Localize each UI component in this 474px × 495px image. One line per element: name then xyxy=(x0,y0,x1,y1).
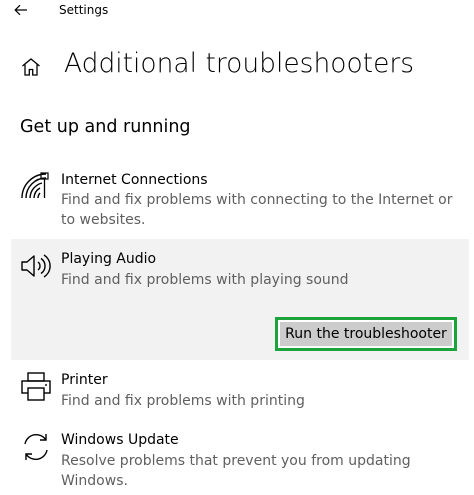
wifi-network-icon xyxy=(19,170,53,204)
app-title: Settings xyxy=(59,3,109,17)
run-troubleshooter-highlight: Run the troubleshooter xyxy=(275,317,457,351)
troubleshooter-label: Printer xyxy=(61,372,108,388)
troubleshooter-internet-connections[interactable]: Internet Connections Find and fix proble… xyxy=(11,170,469,234)
refresh-icon xyxy=(19,430,53,464)
troubleshooter-description: Find and fix problems with printing xyxy=(61,393,305,409)
troubleshooter-label: Playing Audio xyxy=(61,251,157,267)
section-heading: Get up and running xyxy=(20,117,191,137)
troubleshooter-printer[interactable]: Printer Find and fix problems with print… xyxy=(11,370,469,414)
troubleshooter-playing-audio[interactable]: Playing Audio Find and fix problems with… xyxy=(11,239,469,360)
back-button[interactable] xyxy=(12,2,30,18)
title-bar: Settings xyxy=(0,0,474,22)
troubleshooter-description: Find and fix problems with connecting to… xyxy=(61,192,453,228)
page-header: Additional troubleshooters xyxy=(0,48,474,88)
page-title: Additional troubleshooters xyxy=(64,48,415,79)
troubleshooter-description: Find and fix problems with playing sound xyxy=(61,272,349,288)
troubleshooter-label: Internet Connections xyxy=(61,172,208,188)
troubleshooter-label: Windows Update xyxy=(61,432,179,448)
printer-icon xyxy=(19,370,53,404)
run-troubleshooter-button[interactable]: Run the troubleshooter xyxy=(280,322,452,346)
troubleshooter-windows-update[interactable]: Windows Update Resolve problems that pre… xyxy=(11,430,469,494)
home-button[interactable] xyxy=(20,56,42,78)
speaker-icon xyxy=(19,249,53,283)
home-icon xyxy=(22,58,40,76)
troubleshooter-description: Resolve problems that prevent you from u… xyxy=(61,453,411,489)
arrow-left-icon xyxy=(14,4,27,16)
